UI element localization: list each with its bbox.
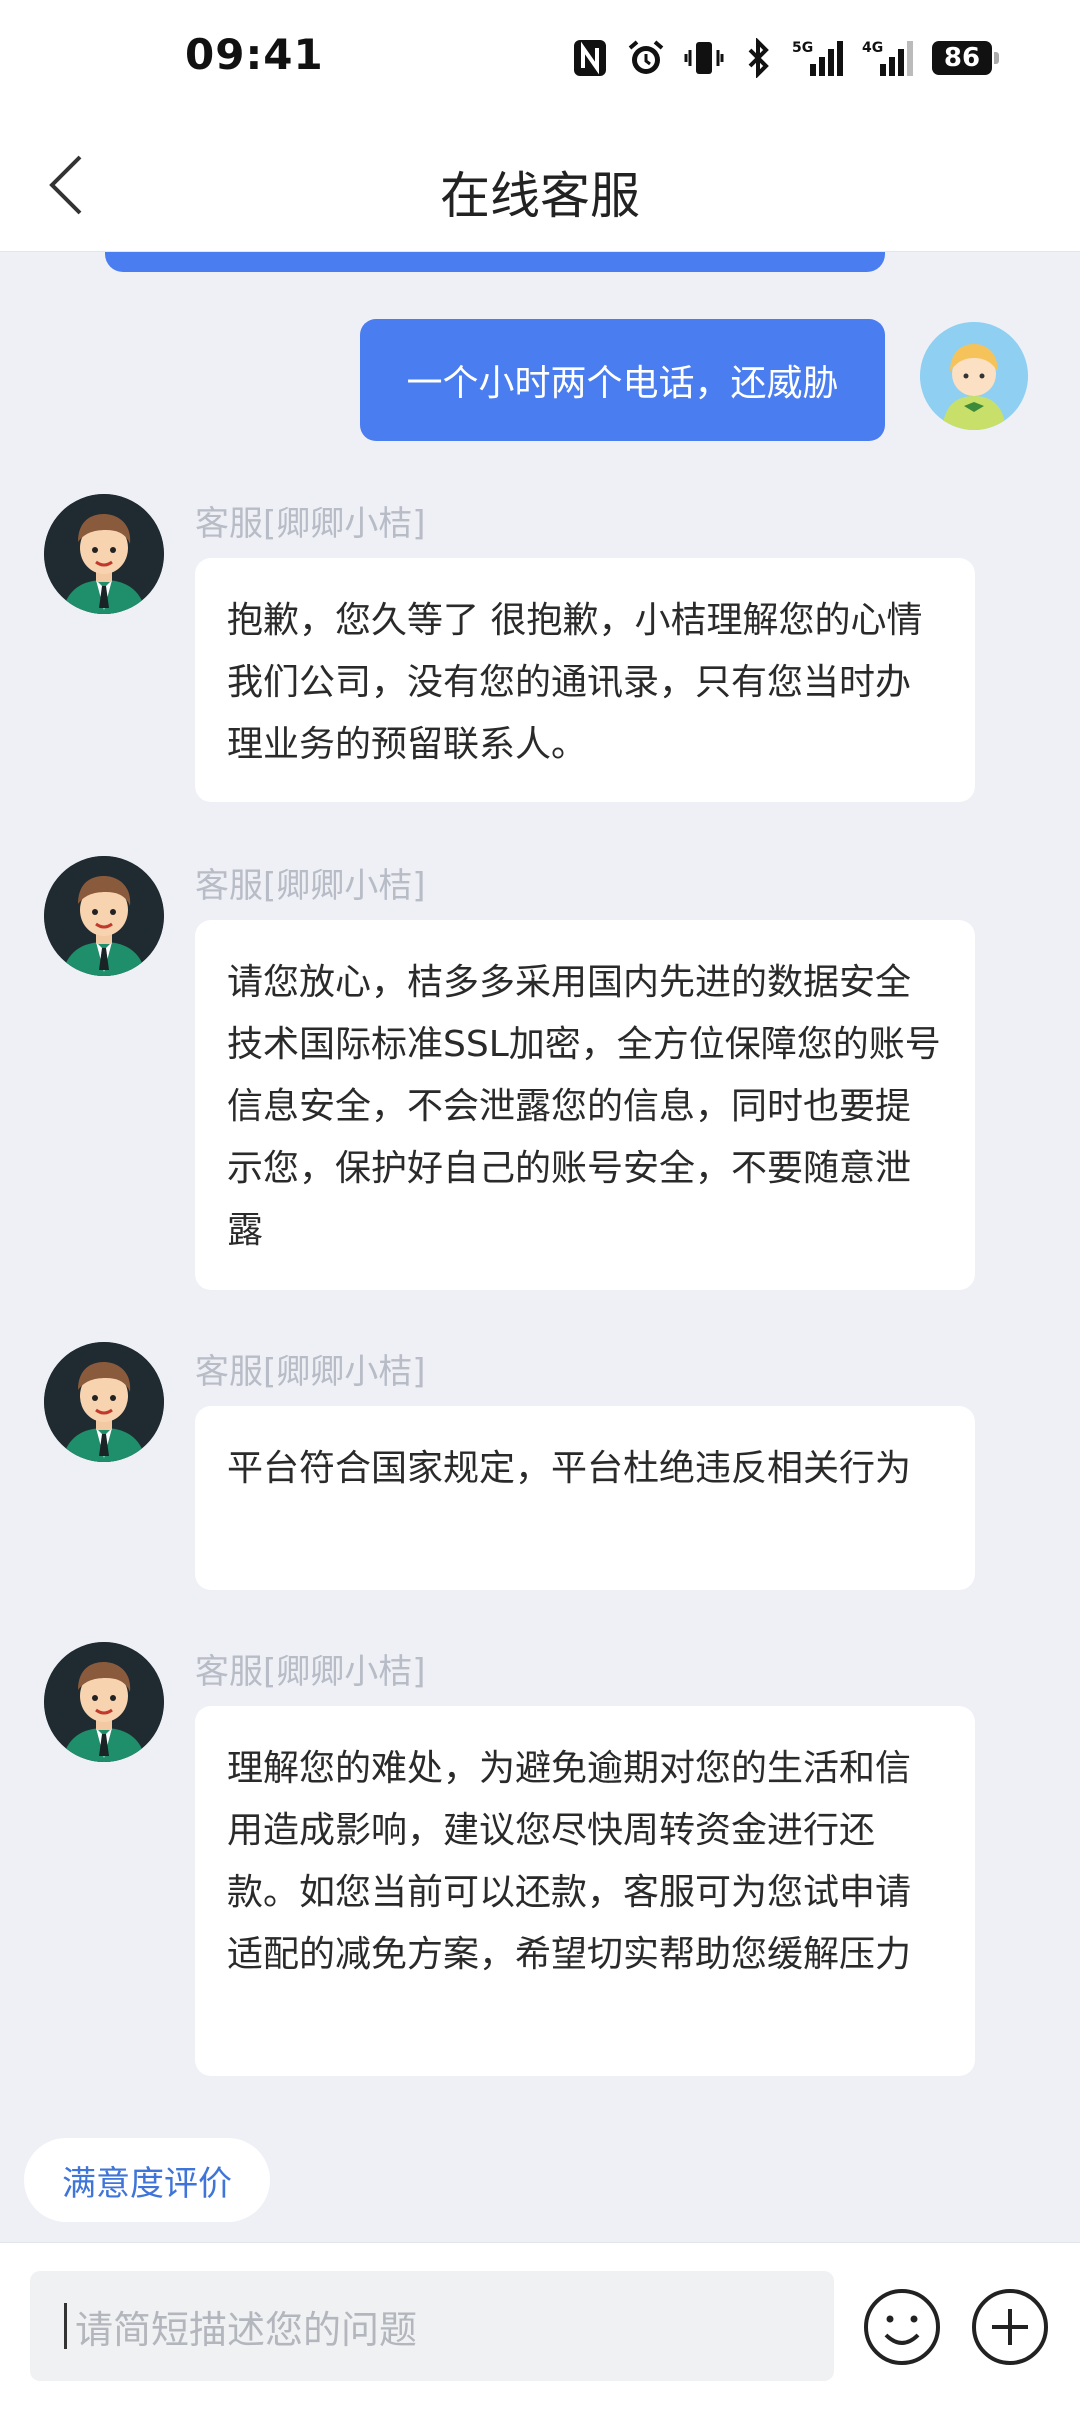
- more-options-button[interactable]: [970, 2287, 1050, 2367]
- agent-avatar: [44, 1642, 164, 1762]
- signal-5g-icon: 5G: [792, 38, 844, 78]
- agent-message-bubble: 理解您的难处，为避免逾期对您的生活和信用造成影响，建议您尽快周转资金进行还款。如…: [195, 1706, 975, 2076]
- smiley-icon: [864, 2289, 940, 2365]
- agent-name: 客服[卿卿小桔]: [195, 1352, 426, 1392]
- agent-avatar: [44, 1342, 164, 1462]
- signal-4g-icon: 4G: [862, 38, 914, 78]
- alarm-icon: [626, 38, 666, 78]
- page-title: 在线客服: [440, 167, 640, 225]
- status-bar: 09:41 5G 4G 86: [0, 0, 1080, 116]
- input-bar: 请简短描述您的问题: [0, 2242, 1080, 2412]
- header: 在线客服: [0, 116, 1080, 252]
- status-icons: 5G 4G 86: [572, 36, 999, 80]
- user-avatar: [920, 322, 1028, 430]
- bluetooth-icon: [742, 38, 774, 78]
- agent-message-bubble: 抱歉，您久等了 很抱歉，小桔理解您的心情 我们公司，没有您的通讯录，只有您当时办…: [195, 558, 975, 802]
- nfc-icon: [572, 38, 608, 78]
- agent-message-bubble: 平台符合国家规定，平台杜绝违反相关行为: [195, 1406, 975, 1590]
- agent-avatar: [44, 494, 164, 614]
- signal-4g-label: 4G: [862, 40, 883, 56]
- message-input[interactable]: 请简短描述您的问题: [30, 2271, 834, 2381]
- status-time: 09:41: [185, 30, 324, 79]
- signal-5g-label: 5G: [792, 40, 813, 56]
- vibrate-icon: [684, 38, 724, 78]
- satisfaction-rating-button[interactable]: 满意度评价: [24, 2138, 270, 2222]
- battery-indicator: 86: [932, 41, 999, 75]
- user-message-bubble: 一个小时两个电话，还威胁: [360, 319, 885, 441]
- text-cursor: [64, 2303, 67, 2349]
- previous-message-bubble: [105, 252, 885, 272]
- agent-name: 客服[卿卿小桔]: [195, 866, 426, 906]
- plus-circle-icon: [972, 2289, 1048, 2365]
- emoji-button[interactable]: [862, 2287, 942, 2367]
- agent-avatar: [44, 856, 164, 976]
- agent-message-bubble: 请您放心，桔多多采用国内先进的数据安全技术国际标准SSL加密，全方位保障您的账号…: [195, 920, 975, 1290]
- agent-name: 客服[卿卿小桔]: [195, 1652, 426, 1692]
- message-input-placeholder: 请简短描述您的问题: [75, 2307, 418, 2352]
- chat-area[interactable]: 一个小时两个电话，还威胁 客服[卿卿小桔] 抱歉，您久等了 很抱歉，小桔理解您的…: [0, 252, 1080, 2242]
- agent-name: 客服[卿卿小桔]: [195, 504, 426, 544]
